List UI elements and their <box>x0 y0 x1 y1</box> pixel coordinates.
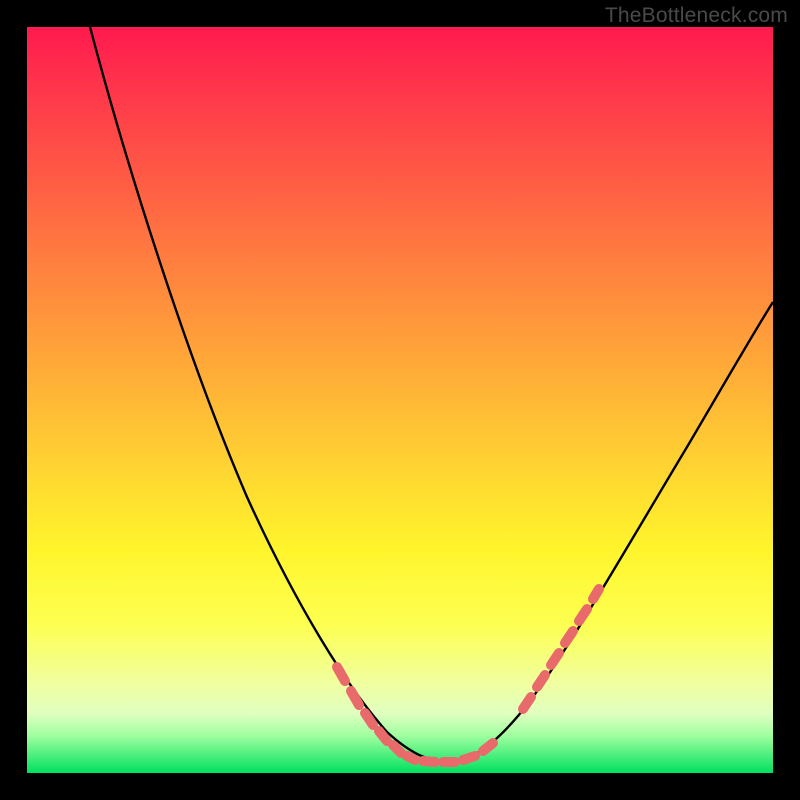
chart-plot-area <box>27 27 773 773</box>
watermark-text: TheBottleneck.com <box>605 4 788 28</box>
chart-frame: TheBottleneck.com <box>0 0 800 800</box>
bottom-dashed-segment <box>423 743 493 762</box>
bottleneck-curve <box>90 27 773 762</box>
chart-svg <box>27 27 773 773</box>
right-dashed-segment <box>523 589 599 709</box>
